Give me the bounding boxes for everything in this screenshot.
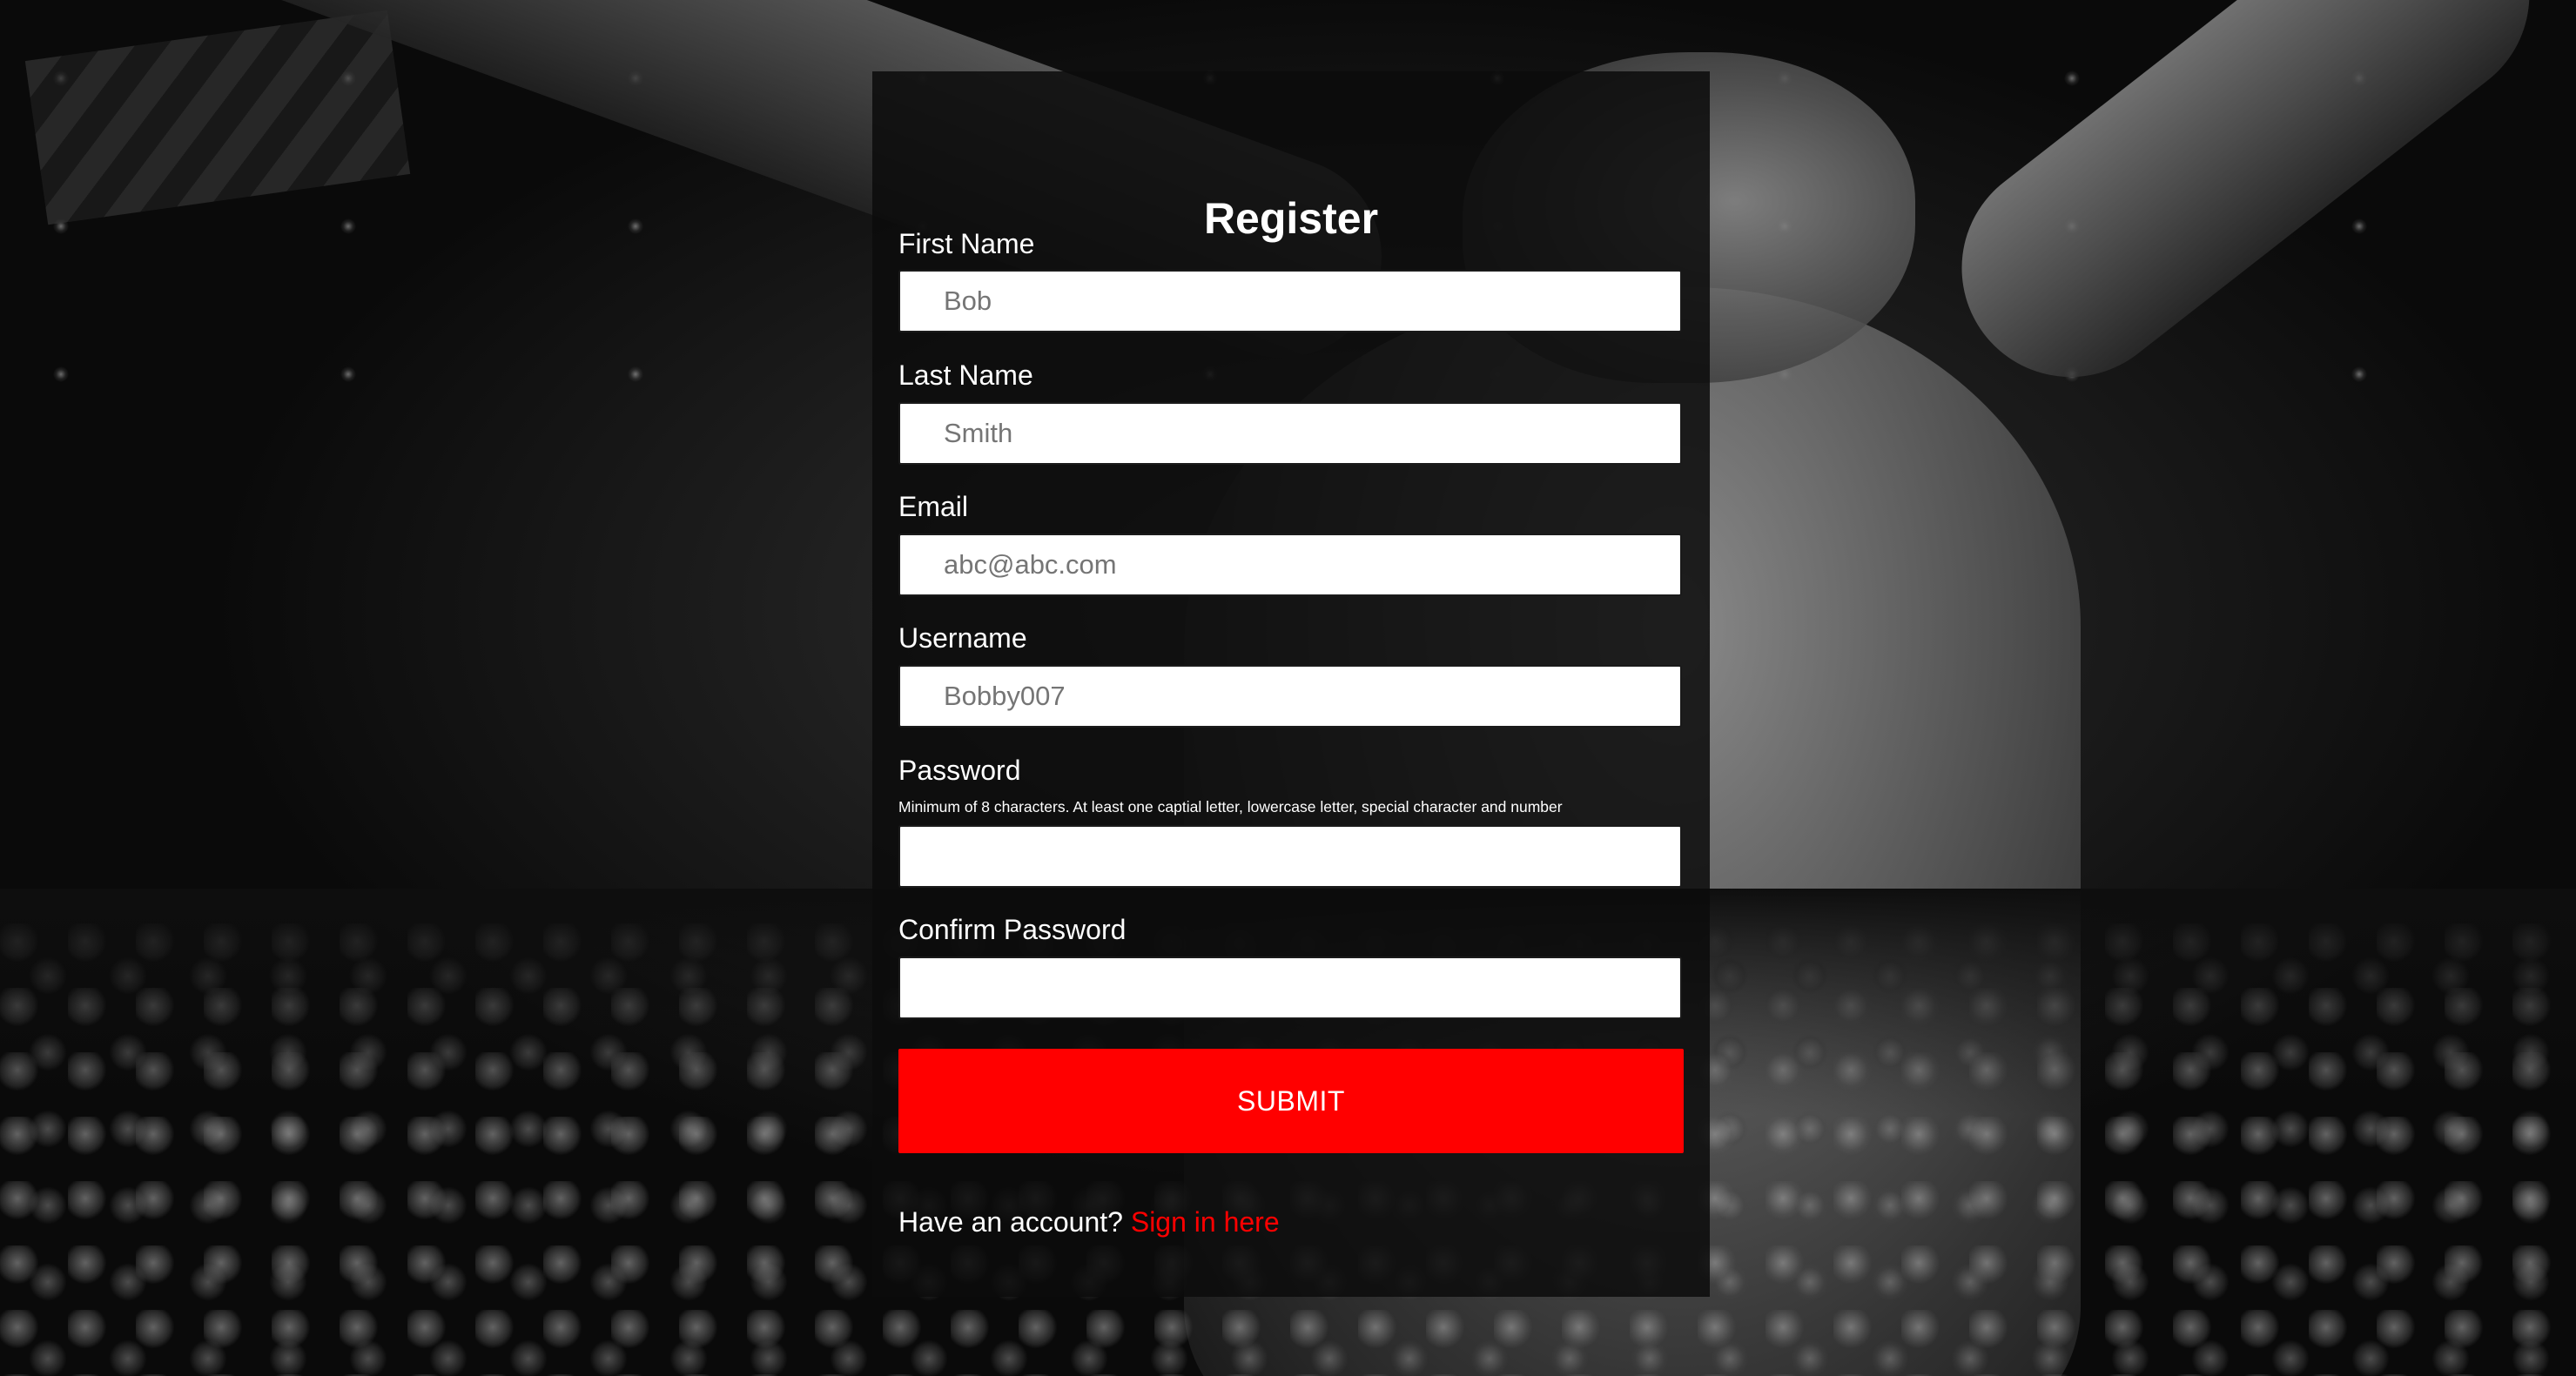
password-input[interactable] bbox=[898, 825, 1682, 888]
sign-in-link[interactable]: Sign in here bbox=[1131, 1206, 1280, 1238]
first-name-label: First Name bbox=[898, 228, 1035, 259]
confirm-password-input[interactable] bbox=[898, 956, 1682, 1019]
submit-button[interactable]: SUBMIT bbox=[898, 1049, 1684, 1153]
last-name-input[interactable] bbox=[898, 402, 1682, 465]
confirm-password-label: Confirm Password bbox=[898, 914, 1127, 945]
email-label: Email bbox=[898, 491, 969, 522]
password-label: Password bbox=[898, 755, 1021, 786]
last-name-label: Last Name bbox=[898, 359, 1033, 391]
username-input[interactable] bbox=[898, 665, 1682, 728]
signin-prompt-text: Have an account? bbox=[898, 1206, 1123, 1238]
email-input[interactable] bbox=[898, 534, 1682, 596]
password-hint: Minimum of 8 characters. At least one ca… bbox=[898, 798, 1563, 816]
first-name-input[interactable] bbox=[898, 270, 1682, 332]
signin-prompt-row: Have an account? Sign in here bbox=[898, 1206, 1280, 1238]
register-form: Register First Name Last Name Email User… bbox=[872, 71, 1710, 1297]
username-label: Username bbox=[898, 622, 1027, 654]
